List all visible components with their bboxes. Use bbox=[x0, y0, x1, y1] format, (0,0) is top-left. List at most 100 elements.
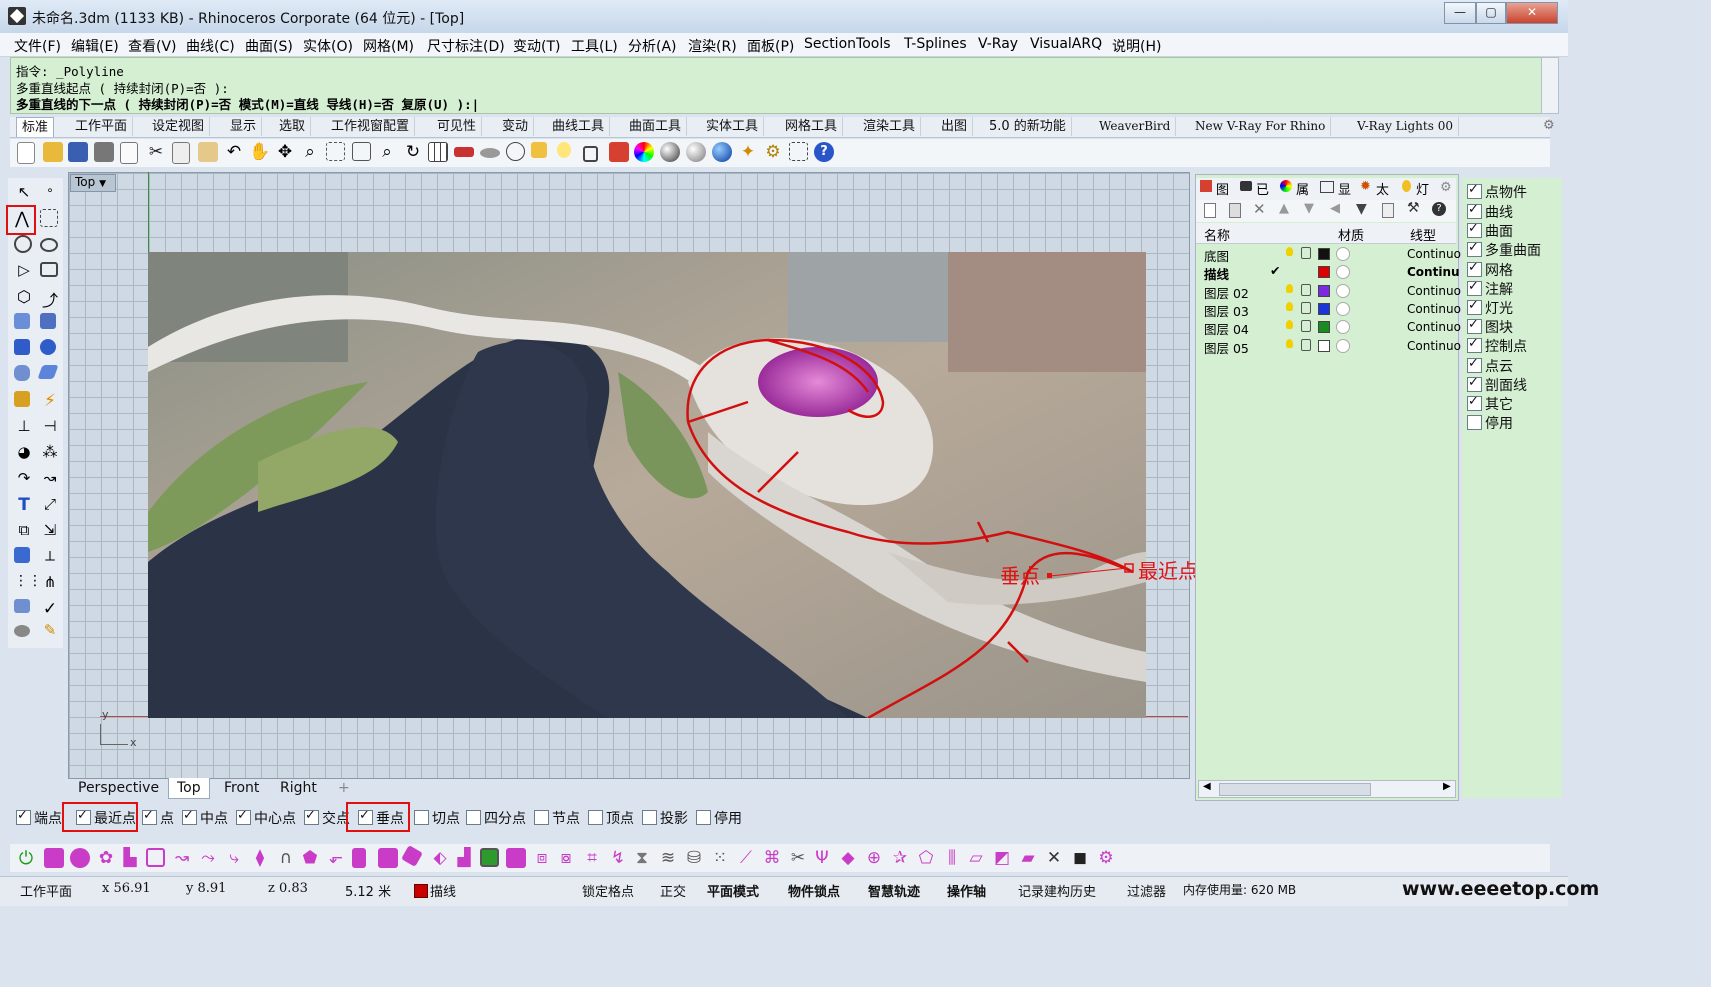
tabstrip-settings-icon[interactable]: ⚙ bbox=[1543, 118, 1555, 133]
tsplines-bridge-icon[interactable]: ⤷ bbox=[224, 848, 244, 868]
tab-vray-lights[interactable]: V-Ray Lights 00 bbox=[1352, 117, 1459, 136]
menu-dimension[interactable]: 尺寸标注(D) bbox=[427, 36, 505, 56]
save-icon[interactable] bbox=[68, 142, 88, 162]
menu-tsplines[interactable]: T-Splines bbox=[904, 36, 967, 52]
menu-surface[interactable]: 曲面(S) bbox=[245, 36, 293, 56]
status-current-layer[interactable]: 描线 bbox=[430, 881, 456, 900]
unlock-icon[interactable] bbox=[1301, 320, 1311, 332]
tab-set-view[interactable]: 设定视图 bbox=[147, 117, 211, 136]
tsplines-curve-icon[interactable]: ↝ bbox=[172, 848, 192, 868]
dimension-tool-icon[interactable]: ⊥ bbox=[14, 417, 34, 437]
status-filter[interactable]: 过滤器 bbox=[1127, 881, 1166, 900]
paint-icon[interactable]: ✎ bbox=[40, 621, 60, 641]
tab-cplanes[interactable]: 工作平面 bbox=[70, 117, 134, 136]
osnap-quad[interactable]: 四分点 bbox=[466, 808, 526, 828]
command-area[interactable]: 指令: _Polyline 多重直线起点 ( 持续封闭(P)=否 ): 多重直线… bbox=[10, 57, 1542, 114]
layer-row[interactable]: 描线 ✔ Continu bbox=[1196, 263, 1460, 282]
status-cplane[interactable]: 工作平面 bbox=[20, 881, 72, 900]
tab-select[interactable]: 选取 bbox=[274, 117, 312, 136]
osnap-knot[interactable]: 节点 bbox=[534, 808, 580, 828]
tab-new-in-v5[interactable]: 5.0 的新功能 bbox=[984, 117, 1072, 136]
material-dot[interactable] bbox=[1336, 320, 1350, 334]
power-icon[interactable]: ⏻ bbox=[16, 848, 36, 869]
tab-render-tools[interactable]: 渲染工具 bbox=[858, 117, 922, 136]
filter-curves[interactable]: 曲线 bbox=[1467, 202, 1513, 222]
layer-row[interactable]: 图层 02 Continuo bbox=[1196, 282, 1461, 301]
unlock-icon[interactable] bbox=[1301, 339, 1311, 351]
tsplines-symmetry-icon[interactable]: ⧗ bbox=[632, 848, 652, 868]
lightning-icon[interactable]: ⚡ bbox=[40, 391, 60, 411]
tab-new-vray[interactable]: New V-Ray For Rhino bbox=[1190, 117, 1332, 136]
new-sublayer-icon[interactable] bbox=[1229, 203, 1241, 218]
import-icon[interactable] bbox=[120, 142, 138, 164]
menu-curve[interactable]: 曲线(C) bbox=[186, 36, 235, 56]
cut-icon[interactable]: ✂ bbox=[146, 142, 166, 162]
paste-icon[interactable] bbox=[198, 142, 218, 162]
layer-color-swatch[interactable] bbox=[1318, 321, 1330, 333]
tsplines-dots-icon[interactable]: ⁙ bbox=[710, 848, 730, 868]
move-down-icon[interactable]: ▼ bbox=[1304, 201, 1314, 216]
tab-viewport-layout[interactable]: 工作视窗配置 bbox=[326, 117, 416, 136]
fillet-curve-icon[interactable]: ⤴ bbox=[40, 287, 60, 310]
tsplines-flip-icon[interactable]: ⬐ bbox=[326, 848, 346, 868]
tsplines-pentagon-icon[interactable]: ⬠ bbox=[916, 848, 936, 868]
menu-panels[interactable]: 面板(P) bbox=[747, 36, 794, 56]
render-icon[interactable] bbox=[712, 142, 732, 162]
tsplines-arch-icon[interactable]: ∩ bbox=[276, 848, 296, 868]
solid-tools-icon[interactable] bbox=[14, 625, 30, 637]
array-icon[interactable]: ⋮⋮ bbox=[14, 573, 42, 593]
panel-tab-lights[interactable]: 灯 bbox=[1416, 179, 1429, 198]
tsplines-crease-icon[interactable]: ⬖ bbox=[430, 848, 450, 868]
add-viewport-tab-icon[interactable]: + bbox=[330, 778, 358, 798]
tsplines-insert-icon[interactable]: ⟋ bbox=[736, 848, 756, 868]
tab-drafting[interactable]: 出图 bbox=[936, 117, 974, 136]
panel-tab-layers[interactable]: 图 bbox=[1216, 179, 1229, 198]
light-bulb-icon[interactable] bbox=[557, 142, 571, 158]
layer-color-swatch[interactable] bbox=[1318, 303, 1330, 315]
menu-mesh[interactable]: 网格(M) bbox=[363, 36, 414, 56]
tab-perspective[interactable]: Perspective bbox=[70, 778, 167, 798]
solid-union-icon[interactable] bbox=[40, 339, 56, 355]
light-icon[interactable]: ✦ bbox=[738, 142, 758, 162]
options-gear-icon[interactable]: ⚙ bbox=[763, 142, 783, 162]
status-gumball[interactable]: 操作轴 bbox=[947, 881, 986, 900]
tsplines-thicken-icon[interactable]: ⬟ bbox=[300, 848, 320, 868]
tab-standard[interactable]: 标准 bbox=[16, 117, 55, 137]
tsplines-sphere-icon[interactable] bbox=[70, 848, 90, 868]
tsplines-face-icon[interactable] bbox=[506, 848, 526, 868]
column-linetype[interactable]: 线型 bbox=[1410, 225, 1436, 244]
osnap-center[interactable]: 中心点 bbox=[236, 808, 296, 828]
osnap-mid[interactable]: 中点 bbox=[182, 808, 228, 828]
polygon-icon[interactable]: ⬡ bbox=[14, 287, 34, 307]
layer-color-swatch[interactable] bbox=[1318, 285, 1330, 297]
filter-hatches[interactable]: 剖面线 bbox=[1467, 375, 1527, 395]
light-bulb-icon[interactable] bbox=[1286, 284, 1293, 293]
filter-meshes[interactable]: 网格 bbox=[1467, 260, 1513, 280]
tsplines-delete-icon[interactable]: ⌘ bbox=[762, 848, 782, 868]
tsplines-settings-icon[interactable]: ⚙ bbox=[1096, 848, 1116, 868]
menu-sectiontools[interactable]: SectionTools bbox=[804, 36, 891, 52]
filter-disable[interactable]: 停用 bbox=[1467, 413, 1513, 433]
filter-others[interactable]: 其它 bbox=[1467, 394, 1513, 414]
tsplines-extrude-icon[interactable]: ⤳ bbox=[198, 848, 218, 868]
arc-icon[interactable]: ▷ bbox=[14, 261, 34, 281]
move-out-icon[interactable]: ◀ bbox=[1330, 201, 1340, 216]
tsplines-fill-icon[interactable] bbox=[378, 848, 398, 868]
undo-icon[interactable]: ↶ bbox=[224, 142, 244, 162]
menu-analyze[interactable]: 分析(A) bbox=[628, 36, 677, 56]
scroll-right-icon[interactable]: ▶ bbox=[1443, 781, 1451, 792]
status-history[interactable]: 记录建构历史 bbox=[1018, 881, 1096, 900]
open-file-icon[interactable] bbox=[43, 142, 63, 162]
material-dot[interactable] bbox=[1336, 265, 1350, 279]
command-scrollbar[interactable] bbox=[1541, 57, 1559, 114]
lock-icon[interactable] bbox=[583, 146, 598, 162]
layer-color-swatch[interactable] bbox=[1318, 266, 1330, 278]
render-mesh-icon[interactable] bbox=[14, 391, 30, 407]
point-icon[interactable]: ∘ bbox=[40, 183, 60, 203]
osnap-end[interactable]: 端点 bbox=[16, 808, 62, 828]
zoom-icon[interactable]: ⌕ bbox=[300, 142, 320, 162]
dimension-icon[interactable] bbox=[789, 142, 808, 161]
four-viewports-icon[interactable] bbox=[428, 142, 448, 162]
tsplines-tool-icon[interactable]: ✿ bbox=[96, 848, 116, 868]
tsplines-pipe-icon[interactable]: ≋ bbox=[658, 848, 678, 868]
